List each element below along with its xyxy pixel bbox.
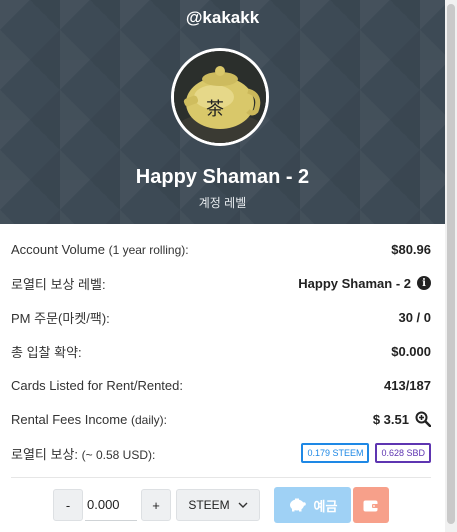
stat-value: $80.96 <box>391 241 431 257</box>
sbd-reward-badge[interactable]: 0.628 SBD <box>375 443 431 463</box>
divider <box>11 477 431 478</box>
stat-label: Cards Listed for Rent/Rented: <box>11 377 183 393</box>
deposit-controls: - + STEEM 예금 <box>0 487 445 523</box>
stat-label: 로열티 보상 레벨: <box>11 276 106 292</box>
stat-value: 30 / 0 <box>398 309 431 325</box>
stat-value: $0.000 <box>391 343 431 359</box>
currency-select-value: STEEM <box>188 498 230 512</box>
profile-header: @kakakk 茶 Happy Shaman - 2 계정 레벨 <box>0 0 445 224</box>
stat-label: 총 입찰 확약: <box>11 344 82 360</box>
stat-row-pm-orders: PM 주문(마켓/팩): 30 / 0 <box>11 300 431 334</box>
stat-value: 413/187 <box>384 377 431 393</box>
currency-select[interactable]: STEEM <box>176 489 260 521</box>
stat-label: Rental Fees Income (daily): <box>11 411 167 427</box>
stat-value: Happy Shaman - 2 <box>298 275 411 291</box>
deposit-button-label: 예금 <box>313 498 338 514</box>
stat-row-loyalty-level: 로열티 보상 레벨: Happy Shaman - 2 i <box>11 266 431 300</box>
svg-text:茶: 茶 <box>206 99 224 120</box>
username: @kakakk <box>185 8 260 27</box>
teapot-avatar-image: 茶 <box>174 51 266 143</box>
stat-label: Account Volume (1 year rolling): <box>11 241 189 257</box>
info-icon[interactable]: i <box>417 276 431 290</box>
steem-reward-badge[interactable]: 0.179 STEEM <box>301 443 370 463</box>
stat-row-account-volume: Account Volume (1 year rolling): $80.96 <box>11 232 431 266</box>
stat-row-total-bids: 총 입찰 확약: $0.000 <box>11 334 431 368</box>
increment-button[interactable]: + <box>141 489 171 521</box>
scrollbar-thumb[interactable] <box>447 4 455 524</box>
level-title: Happy Shaman - 2 <box>135 166 310 188</box>
stat-label: 로열티 보상: (~ 0.58 USD): <box>11 446 156 462</box>
stat-row-cards-rent: Cards Listed for Rent/Rented: 413/187 <box>11 368 431 402</box>
level-subtitle: 계정 레벨 <box>198 196 247 210</box>
avatar: 茶 <box>171 48 269 146</box>
piggy-bank-icon <box>289 498 306 512</box>
deposit-button[interactable]: 예금 <box>274 487 351 523</box>
decrement-button[interactable]: - <box>53 489 83 521</box>
stat-value: $ 3.51 <box>372 411 409 427</box>
wallet-button[interactable] <box>353 487 389 523</box>
amount-input[interactable] <box>85 489 137 521</box>
stat-row-rental-income: Rental Fees Income (daily): $ 3.51 <box>11 402 431 436</box>
wallet-icon <box>363 500 379 511</box>
chevron-down-icon <box>238 502 248 508</box>
stat-label: PM 주문(마켓/팩): <box>11 310 110 326</box>
stat-row-loyalty-reward: 로열티 보상: (~ 0.58 USD): 0.179 STEEM 0.628 … <box>11 436 431 470</box>
scrollbar[interactable] <box>445 0 457 532</box>
zoom-icon[interactable] <box>415 411 431 427</box>
